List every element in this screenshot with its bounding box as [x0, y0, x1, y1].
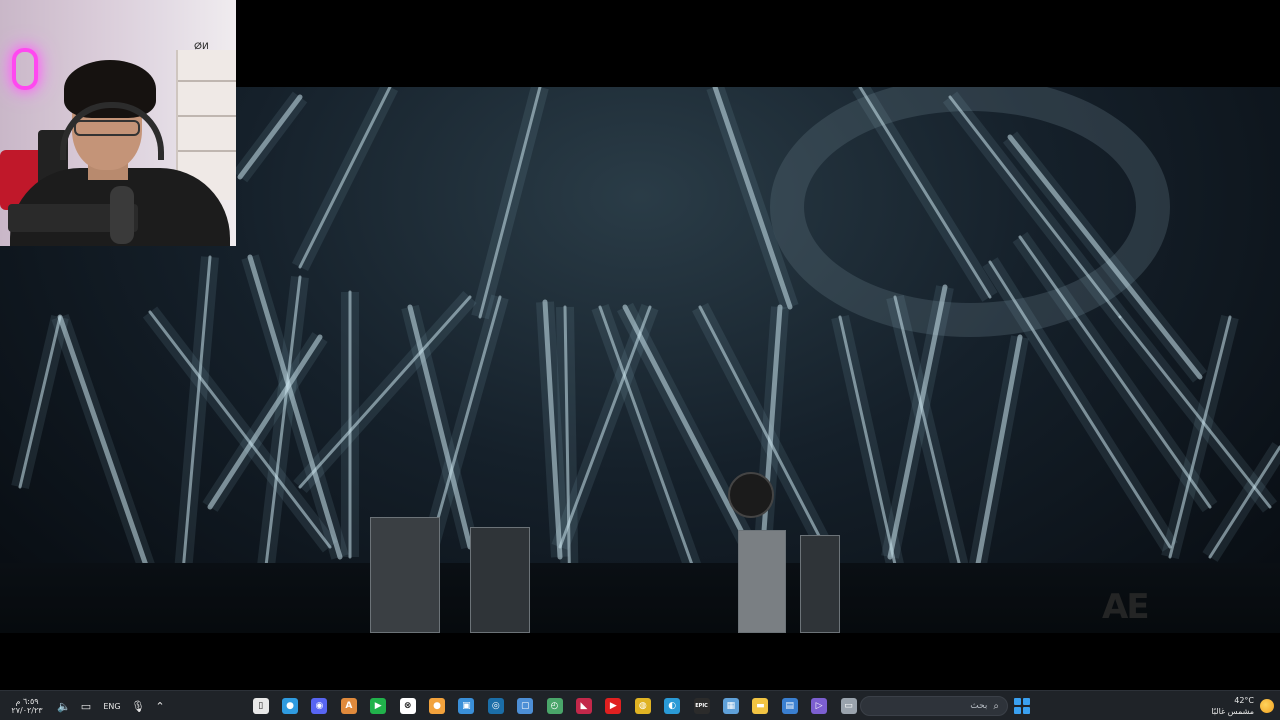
photos-icon: ▦ — [722, 698, 739, 714]
folder-icon: ▬ — [752, 698, 769, 714]
game-app-taskbar-button[interactable]: ● — [422, 691, 451, 720]
stage-equipment-right — [800, 535, 840, 633]
chrome-icon: ◍ — [634, 698, 651, 714]
adobe-icon: A — [340, 698, 357, 714]
clock-app-icon: ◴ — [546, 698, 563, 714]
start-button[interactable] — [1012, 696, 1032, 716]
edge-taskbar-button[interactable]: ◐ — [657, 691, 686, 720]
clock-time: ٦:٥٩ م — [15, 697, 39, 706]
play-icon: ▶ — [370, 698, 387, 714]
light-beam — [237, 94, 303, 180]
taskbar: ٦:٥٩ م ٢٧/٠٢/٢٣ 🔈 ▭ ENG 🎙 ⌃ ▯ ● ◉ A ▶ ⊗ ● ▣ ◎ ▢ ◴ ◣… — [0, 690, 1280, 720]
store-taskbar-button[interactable]: ▤ — [775, 691, 804, 720]
microphone — [110, 186, 134, 244]
neon-sign — [12, 48, 38, 90]
file-taskbar-button[interactable]: ▯ — [246, 691, 275, 720]
xbox-taskbar-button[interactable]: ⊗ — [393, 691, 422, 720]
clock-date: ٢٧/٠٢/٢٣ — [11, 706, 43, 715]
folder-taskbar-button[interactable]: ▬ — [746, 691, 775, 720]
weather-condition: مشمس غالبًا — [1211, 707, 1254, 716]
stage-equipment-center — [470, 527, 530, 633]
app-window-icon: ▢ — [517, 698, 534, 714]
light-beam — [478, 87, 542, 319]
taskbar-apps: ▯ ● ◉ A ▶ ⊗ ● ▣ ◎ ▢ ◴ ◣ ▶ ◍ ◐ EPIC ▦ ▬ ▤ ▷ ▭ — [246, 691, 863, 720]
windows-logo-icon — [1014, 698, 1021, 705]
edge-icon: ◐ — [664, 698, 681, 714]
microphone-icon[interactable]: 🎙 — [130, 698, 146, 714]
game-app-icon: ● — [429, 698, 446, 714]
media-player-taskbar-button[interactable]: ▷ — [804, 691, 833, 720]
red-app-icon: ◣ — [575, 698, 592, 714]
language-indicator[interactable]: ENG — [100, 702, 124, 711]
stage-equipment-left — [370, 517, 440, 633]
chrome-taskbar-button[interactable]: ◍ — [628, 691, 657, 720]
webcam-overlay: ⵁⵍ — [0, 0, 236, 246]
adobe-taskbar-button[interactable]: A — [334, 691, 363, 720]
chat-app-icon: ● — [282, 698, 299, 714]
red-app-taskbar-button[interactable]: ◣ — [569, 691, 598, 720]
steam-icon: ◎ — [487, 698, 504, 714]
system-tray: ٦:٥٩ م ٢٧/٠٢/٢٣ 🔈 ▭ ENG 🎙 ⌃ — [4, 691, 168, 720]
dj-booth — [738, 530, 786, 633]
chat-app-taskbar-button[interactable]: ● — [275, 691, 304, 720]
window-icon: ▣ — [458, 698, 475, 714]
search-placeholder: بحث — [970, 701, 988, 711]
app-window-taskbar-button[interactable]: ▢ — [511, 691, 540, 720]
clock-app-taskbar-button[interactable]: ◴ — [540, 691, 569, 720]
shelf-label: ⵁⵍ — [194, 42, 209, 52]
clock[interactable]: ٦:٥٩ م ٢٧/٠٢/٢٣ — [4, 697, 50, 715]
epic-games-icon: EPIC — [693, 698, 710, 714]
light-beam — [57, 314, 153, 580]
photos-taskbar-button[interactable]: ▦ — [716, 691, 745, 720]
light-beam — [298, 87, 392, 269]
task-view-taskbar-button[interactable]: ▭ — [834, 691, 863, 720]
play-taskbar-button[interactable]: ▶ — [364, 691, 393, 720]
youtube-taskbar-button[interactable]: ▶ — [599, 691, 628, 720]
task-view-icon: ▭ — [840, 698, 857, 714]
steam-taskbar-button[interactable]: ◎ — [481, 691, 510, 720]
youtube-icon: ▶ — [605, 698, 622, 714]
speaker-icon[interactable]: 🔈 — [56, 698, 72, 714]
sun-icon — [1260, 699, 1274, 713]
xbox-icon: ⊗ — [399, 698, 416, 714]
discord-taskbar-button[interactable]: ◉ — [305, 691, 334, 720]
media-player-icon: ▷ — [811, 698, 828, 714]
store-icon: ▤ — [781, 698, 798, 714]
weather-temperature: 42°C — [1234, 696, 1254, 705]
stage-floor — [0, 563, 1280, 633]
network-icon[interactable]: ▭ — [78, 698, 94, 714]
chevron-up-icon[interactable]: ⌃ — [152, 698, 168, 714]
performer — [728, 472, 774, 518]
window-taskbar-button[interactable]: ▣ — [452, 691, 481, 720]
weather-widget[interactable]: 42°C مشمس غالبًا — [1211, 691, 1274, 720]
light-beam — [712, 87, 793, 310]
epic-games-taskbar-button[interactable]: EPIC — [687, 691, 716, 720]
search-icon: ⌕ — [993, 700, 999, 712]
light-beam — [18, 315, 62, 489]
channel-watermark: AE — [1102, 587, 1150, 627]
search-box[interactable]: بحث ⌕ — [860, 696, 1008, 716]
file-icon: ▯ — [252, 698, 269, 714]
light-beam — [178, 255, 212, 609]
discord-icon: ◉ — [311, 698, 328, 714]
